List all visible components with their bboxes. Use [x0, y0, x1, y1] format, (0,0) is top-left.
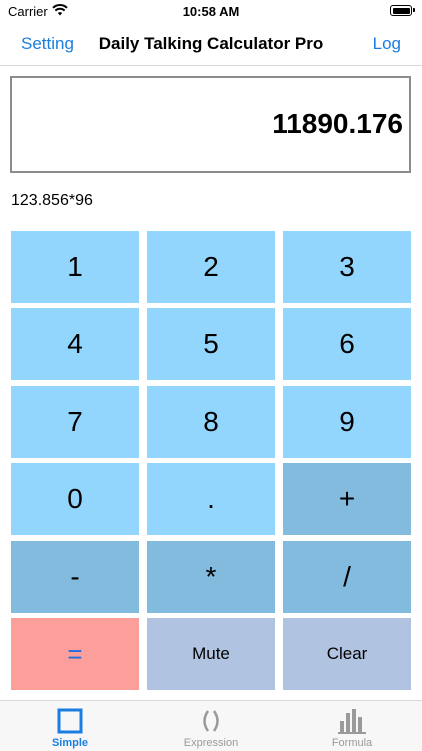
key-0[interactable]: 0: [11, 463, 139, 535]
key-minus[interactable]: -: [11, 541, 139, 613]
tab-expression-label: Expression: [183, 737, 239, 749]
key-8[interactable]: 8: [147, 386, 275, 458]
key-7[interactable]: 7: [11, 386, 139, 458]
tab-simple[interactable]: Simple: [0, 701, 140, 751]
tab-simple-label: Simple: [51, 737, 89, 749]
clear-button[interactable]: Clear: [283, 618, 411, 690]
tab-formula-label: Formula: [331, 737, 373, 749]
key-1[interactable]: 1: [11, 231, 139, 303]
parentheses-icon: [203, 710, 219, 732]
tab-bar: Simple Expression Formula: [0, 700, 422, 751]
status-bar: Carrier 10:58 AM: [0, 0, 422, 24]
key-3[interactable]: 3: [283, 231, 411, 303]
key-plus[interactable]: +: [283, 463, 411, 535]
result-display: 11890.176: [10, 76, 411, 173]
equals-button[interactable]: =: [11, 618, 139, 690]
bar-chart-icon: [338, 709, 366, 734]
mute-button[interactable]: Mute: [147, 618, 275, 690]
page-title: Daily Talking Calculator Pro: [98, 34, 324, 53]
key-decimal[interactable]: .: [147, 463, 275, 535]
key-5[interactable]: 5: [147, 308, 275, 380]
navigation-bar: Setting Daily Talking Calculator Pro Log: [0, 24, 422, 66]
key-9[interactable]: 9: [283, 386, 411, 458]
tab-expression[interactable]: Expression: [141, 701, 281, 751]
key-4[interactable]: 4: [11, 308, 139, 380]
key-divide[interactable]: /: [283, 541, 411, 613]
key-multiply[interactable]: *: [147, 541, 275, 613]
expression-text: 123.856*96: [11, 192, 93, 209]
battery-icon: [390, 5, 415, 16]
key-2[interactable]: 2: [147, 231, 275, 303]
log-button[interactable]: Log: [373, 34, 401, 54]
result-value: 11890.176: [272, 108, 403, 139]
status-time: 10:58 AM: [182, 4, 240, 19]
square-icon: [57, 708, 83, 734]
key-6[interactable]: 6: [283, 308, 411, 380]
tab-formula[interactable]: Formula: [282, 701, 422, 751]
